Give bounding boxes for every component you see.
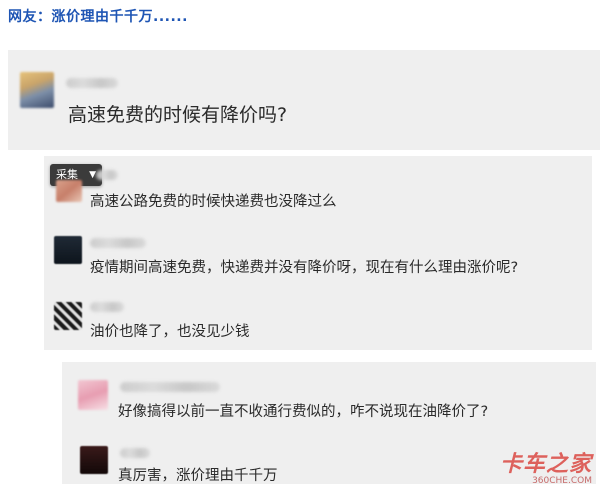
caret-down-icon: ▼ [89, 170, 96, 180]
reply5-avatar[interactable] [80, 446, 108, 474]
post-author-name[interactable] [66, 78, 118, 88]
page-heading: 网友：涨价理由千千万...... [8, 9, 188, 25]
watermark-text: 卡车之家 [499, 452, 592, 477]
reply4-avatar[interactable] [78, 380, 108, 410]
reply4-author-name[interactable] [120, 382, 220, 392]
reply3-author-name[interactable] [90, 302, 124, 312]
post-author-avatar[interactable] [20, 72, 54, 108]
reply4-text: 好像搞得以前一直不收通行费似的，咋不说现在油降价了? [118, 404, 489, 420]
post-text: 高速免费的时候有降价吗? [68, 104, 288, 126]
reply5-author-name[interactable] [120, 448, 150, 458]
reply2-avatar[interactable] [54, 236, 82, 264]
reply1-avatar[interactable] [56, 180, 82, 202]
reply1-text: 高速公路免费的时候快递费也没降过么 [90, 194, 337, 210]
reply5-text: 真厉害，涨价理由千千万 [118, 468, 278, 484]
reply2-author-name[interactable] [90, 238, 146, 248]
reply3-text: 油价也降了，也没见少钱 [90, 324, 250, 340]
reply1-author-name[interactable] [96, 170, 118, 180]
reply2-text: 疫情期间高速免费，快递费并没有降价呀，现在有什么理由涨价呢? [90, 260, 519, 276]
watermark-subtext: 360CHE.COM [532, 476, 592, 486]
site-watermark-logo: 卡车之家 360CHE.COM [500, 446, 592, 486]
reply3-avatar[interactable] [54, 302, 82, 330]
